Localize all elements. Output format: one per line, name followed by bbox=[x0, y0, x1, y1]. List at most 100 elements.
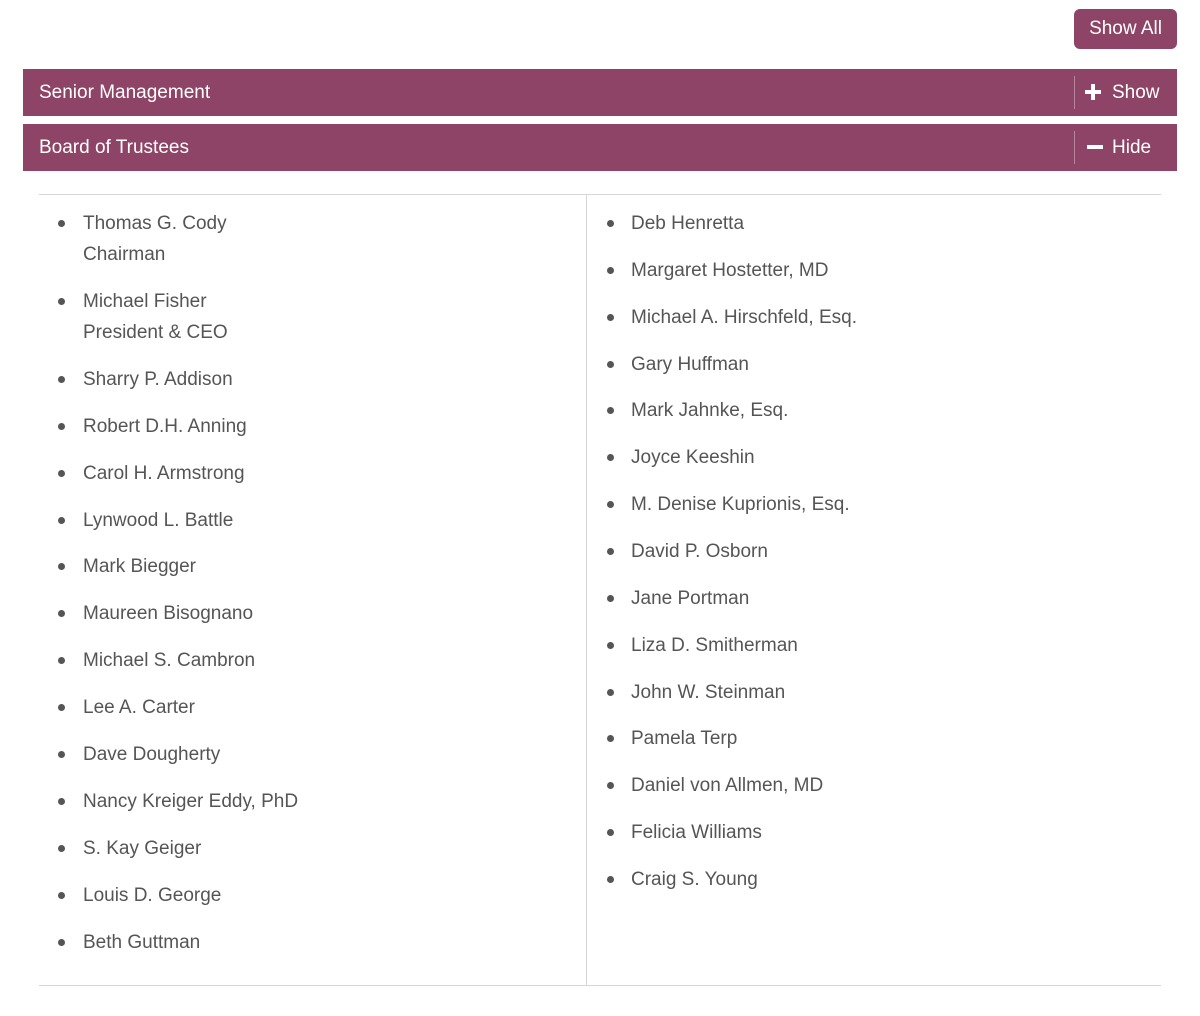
bullet-icon bbox=[58, 422, 65, 430]
board-member-name: Maureen Bisognano bbox=[83, 603, 254, 625]
board-member-name: Craig S. Young bbox=[631, 868, 758, 890]
bullet-icon bbox=[58, 220, 65, 227]
board-member-text: John W. Steinman bbox=[631, 677, 785, 708]
board-member-text: Carol H. Armstrong bbox=[83, 458, 245, 489]
board-member-text: Felicia Williams bbox=[631, 817, 762, 848]
board-member-text: Margaret Hostetter, MD bbox=[631, 255, 828, 286]
board-member-text: Robert D.H. Anning bbox=[83, 411, 247, 442]
bullet-icon bbox=[58, 469, 65, 477]
bullet-icon bbox=[607, 501, 614, 509]
bullet-icon bbox=[607, 360, 614, 368]
board-member-name: Liza D. Smitherman bbox=[631, 634, 798, 656]
bullet-icon bbox=[607, 735, 614, 743]
board-member-text: Michael Fisher President & CEO bbox=[83, 286, 228, 348]
board-member-role: Chairman bbox=[83, 244, 166, 265]
board-member-name: Margaret Hostetter, MD bbox=[631, 259, 829, 281]
bullet-icon bbox=[58, 891, 65, 899]
board-member-text: Sharry P. Addison bbox=[83, 364, 233, 395]
board-member-name: Joyce Keeshin bbox=[631, 447, 755, 469]
board-member-name: Sharry P. Addison bbox=[83, 368, 233, 390]
board-member-text: Liza D. Smitherman bbox=[631, 630, 798, 661]
board-member-text: Mark Jahnke, Esq. bbox=[631, 395, 788, 426]
bullet-icon bbox=[607, 313, 614, 321]
bullet-icon bbox=[58, 797, 65, 805]
show-all-button[interactable]: Show All bbox=[1074, 9, 1177, 49]
bullet-icon bbox=[58, 375, 65, 383]
bullet-icon bbox=[58, 516, 65, 524]
board-member-name: Michael Fisher bbox=[83, 290, 207, 312]
board-member-text: Pamela Terp bbox=[631, 723, 737, 754]
board-member-name: Mark Biegger bbox=[83, 556, 196, 578]
board-member-name: Carol H. Armstrong bbox=[83, 462, 245, 484]
minus-icon bbox=[1087, 139, 1103, 155]
board-member-text: Lee A. Carter bbox=[83, 692, 195, 723]
bullet-icon bbox=[607, 547, 614, 555]
board-member-name: John W. Steinman bbox=[631, 681, 786, 703]
show-toggle-button[interactable]: Show bbox=[1075, 69, 1177, 116]
column-divider bbox=[586, 195, 587, 985]
board-member-text: Dave Dougherty bbox=[83, 739, 220, 770]
hide-toggle-button[interactable]: Hide bbox=[1075, 124, 1177, 171]
board-members-table: Thomas G. Cody Chairman Michael Fisher Pres… bbox=[39, 194, 1161, 986]
board-member-name: Louis D. George bbox=[83, 884, 222, 906]
board-member-text: M. Denise Kuprionis, Esq. bbox=[631, 489, 850, 520]
board-member-text: David P. Osborn bbox=[631, 536, 768, 567]
board-member-text: Craig S. Young bbox=[631, 864, 758, 895]
board-member-name: Pamela Terp bbox=[631, 728, 738, 750]
board-member-name: Beth Guttman bbox=[83, 931, 201, 953]
bullet-icon bbox=[58, 657, 65, 665]
board-member-name: Lee A. Carter bbox=[83, 697, 195, 719]
board-member-name: Thomas G. Cody bbox=[83, 213, 227, 234]
board-member-text: Deb Henretta bbox=[631, 208, 744, 239]
board-member-text: S. Kay Geiger bbox=[83, 833, 201, 864]
bullet-icon bbox=[607, 829, 614, 837]
page: Show All Senior Management Show Board of… bbox=[0, 0, 1200, 1016]
bullet-icon bbox=[607, 454, 614, 462]
board-member-text: Maureen Bisognano bbox=[83, 598, 253, 629]
board-member-text: Michael S. Cambron bbox=[83, 645, 255, 676]
bullet-icon bbox=[58, 844, 65, 852]
board-member-name: David P. Osborn bbox=[631, 540, 768, 562]
bullet-icon bbox=[607, 641, 614, 649]
bullet-icon bbox=[58, 563, 65, 571]
board-member-name: S. Kay Geiger bbox=[83, 837, 202, 859]
board-member-text: Nancy Kreiger Eddy, PhD bbox=[83, 786, 298, 817]
board-member-text: Lynwood L. Battle bbox=[83, 505, 233, 536]
senior-management-panel-header[interactable]: Senior Management Show bbox=[23, 69, 1177, 116]
board-member-name: M. Denise Kuprionis, Esq. bbox=[631, 494, 850, 516]
board-member-text: Thomas G. Cody Chairman bbox=[83, 208, 227, 270]
board-member-name: Mark Jahnke, Esq. bbox=[631, 400, 789, 422]
board-member-name: Daniel von Allmen, MD bbox=[631, 775, 824, 797]
board-member-name: Felicia Williams bbox=[631, 822, 762, 844]
board-member-text: Joyce Keeshin bbox=[631, 442, 755, 473]
bullet-icon bbox=[607, 220, 614, 227]
bullet-icon bbox=[58, 297, 65, 305]
bullet-icon bbox=[607, 594, 614, 602]
bullet-icon bbox=[607, 782, 614, 790]
panel-title: Board of Trustees bbox=[39, 137, 189, 158]
board-member-text: Mark Biegger bbox=[83, 551, 196, 582]
board-member-name: Lynwood L. Battle bbox=[83, 509, 234, 531]
bullet-icon bbox=[607, 407, 614, 415]
board-member-name: Michael A. Hirschfeld, Esq. bbox=[631, 306, 857, 328]
board-member-text: Jane Portman bbox=[631, 583, 749, 614]
bullet-icon bbox=[58, 610, 65, 618]
board-member-name: Nancy Kreiger Eddy, PhD bbox=[83, 790, 299, 812]
bullet-icon bbox=[607, 688, 614, 696]
board-of-trustees-panel-header[interactable]: Board of Trustees Hide bbox=[23, 124, 1177, 171]
board-member-text: Louis D. George bbox=[83, 880, 221, 911]
board-member-name: Robert D.H. Anning bbox=[83, 415, 247, 437]
board-member-text: Michael A. Hirschfeld, Esq. bbox=[631, 302, 857, 333]
board-member-name: Gary Huffman bbox=[631, 353, 749, 375]
board-member-role: President & CEO bbox=[83, 321, 228, 343]
board-member-text: Beth Guttman bbox=[83, 927, 200, 958]
bullet-icon bbox=[58, 938, 65, 946]
bullet-icon bbox=[607, 875, 614, 883]
board-member-name: Dave Dougherty bbox=[83, 744, 221, 765]
bullet-icon bbox=[607, 266, 614, 274]
board-member-name: Deb Henretta bbox=[631, 213, 745, 234]
plus-icon bbox=[1085, 84, 1101, 100]
bullet-icon bbox=[58, 751, 65, 758]
panel-title: Senior Management bbox=[39, 82, 211, 103]
board-member-text: Daniel von Allmen, MD bbox=[631, 770, 823, 801]
